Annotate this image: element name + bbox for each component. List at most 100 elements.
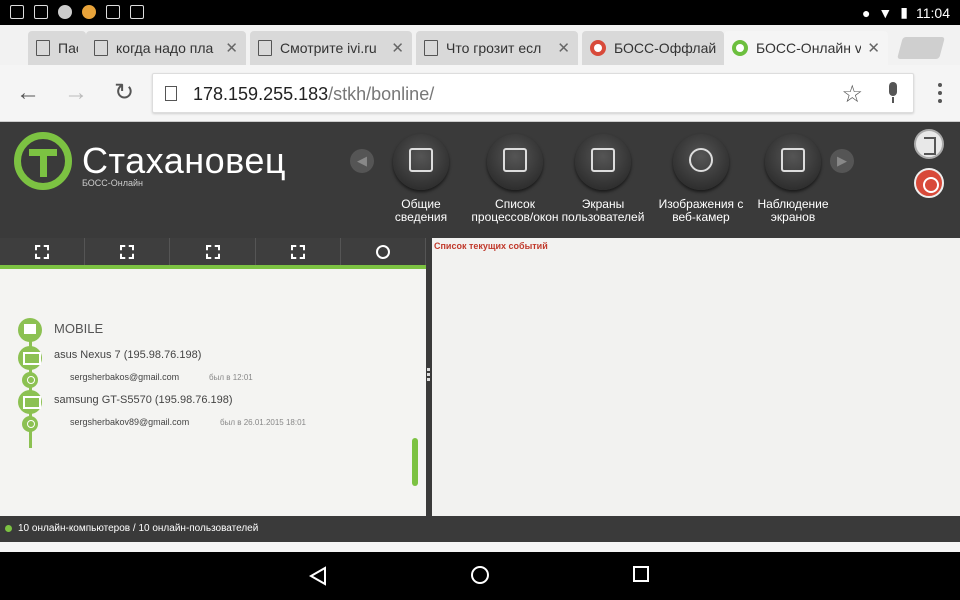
tab-title: БОСС-Онлайн v — [756, 40, 862, 56]
tree-device-name[interactable]: asus Nexus 7 (195.98.76.198) — [54, 349, 201, 361]
status-footer: 10 онлайн-компьютеров / 10 онлайн-пользо… — [0, 516, 960, 542]
android-nav-bar — [0, 552, 960, 600]
fullscreen-button[interactable] — [85, 238, 171, 265]
user-icon — [22, 416, 38, 432]
logout-icon[interactable] — [914, 129, 944, 159]
tree-user-status: был в 12:01 — [209, 373, 253, 382]
tab-title: БОСС-Оффлайн — [614, 40, 716, 56]
tree-root-label[interactable]: MOBILE — [54, 321, 103, 336]
user-icon — [22, 372, 38, 388]
page-icon — [94, 40, 108, 56]
tree-device-name[interactable]: samsung GT-S5570 (195.98.76.198) — [54, 394, 233, 406]
microphone-icon[interactable] — [887, 82, 899, 104]
browser-tab[interactable]: Пас — [28, 31, 86, 65]
boss-icon — [590, 40, 606, 56]
overflow-menu-icon[interactable] — [938, 83, 942, 103]
browser-tab[interactable]: Что грозит есл ✕ — [416, 31, 578, 65]
page-icon — [258, 40, 272, 56]
events-panel: Список текущих событий — [432, 238, 960, 516]
panel-accent-bar — [0, 265, 426, 269]
scrollbar-thumb[interactable] — [412, 438, 418, 486]
app-header: Стахановец БОСС-Онлайн ◀ Общие сведения … — [0, 122, 960, 238]
select-all-button[interactable] — [256, 238, 341, 265]
page-icon — [36, 40, 50, 56]
nav-next-arrow-icon[interactable]: ▶ — [830, 149, 854, 173]
camera-notification-icon — [34, 5, 48, 19]
battery-icon: ▮ — [900, 4, 908, 20]
computer-tree-panel: MOBILE asus Nexus 7 (195.98.76.198) serg… — [0, 238, 427, 516]
close-icon[interactable]: ✕ — [867, 39, 880, 57]
events-title: Список текущих событий — [434, 241, 548, 251]
expand-icon — [35, 244, 50, 259]
download-notification-icon — [106, 5, 120, 19]
expand-selection-button[interactable] — [0, 238, 86, 265]
bookmark-star-icon[interactable]: ☆ — [841, 80, 863, 109]
forward-arrow-icon[interactable]: → — [62, 79, 90, 107]
browser-tab-strip: Пас когда надо пла ✕ Смотрите ivi.ru ✕ Ч… — [0, 25, 960, 65]
nav-label: Общие сведения — [394, 197, 448, 224]
logo-subtitle: БОСС-Онлайн — [82, 178, 144, 188]
page-info-icon[interactable] — [165, 86, 177, 101]
tab-title: Пас — [58, 40, 78, 56]
url-path: /stkh/bonline/ — [328, 84, 435, 104]
home-icon — [18, 318, 42, 342]
tree-user-email[interactable]: sergsherbakos@gmail.com — [70, 372, 179, 382]
page-bottom — [0, 542, 960, 552]
stakhanovets-logo-icon — [14, 132, 72, 190]
browser-tab[interactable]: БОСС-Оффлайн — [582, 31, 724, 65]
back-triangle-icon[interactable] — [308, 566, 328, 586]
browser-tab[interactable]: когда надо пла ✕ — [86, 31, 246, 65]
browser-tab[interactable]: Смотрите ivi.ru ✕ — [250, 31, 412, 65]
computer-icon — [18, 346, 42, 370]
nav-label: Экраны пользователей — [561, 197, 645, 224]
collapse-icon — [205, 244, 220, 259]
nav-item-webcam-images[interactable]: Изображения с веб-камер — [654, 134, 748, 224]
new-tab-button[interactable] — [897, 37, 945, 59]
computer-icon — [18, 390, 42, 414]
collapse-button[interactable] — [170, 238, 256, 265]
nav-item-screen-watch[interactable]: Наблюдение экранов — [746, 134, 840, 224]
eye-monitor-icon — [765, 134, 821, 190]
nav-label: Список процессов/окон — [471, 197, 559, 224]
boss-icon — [732, 40, 748, 56]
fullscreen-icon — [120, 244, 135, 259]
page-icon — [424, 40, 438, 56]
nav-item-process-list[interactable]: Список процессов/окон — [468, 134, 562, 224]
url-host: 178.159.255.183 — [193, 84, 329, 104]
close-icon[interactable]: ✕ — [391, 39, 404, 57]
status-right: ● ▼ ▮ 11:04 — [862, 4, 950, 21]
nav-label: Изображения с веб-камер — [658, 197, 744, 224]
tree-user-email[interactable]: sergsherbakov89@gmail.com — [70, 417, 189, 427]
webcam-icon — [673, 134, 729, 190]
tab-title: Смотрите ivi.ru — [280, 40, 377, 56]
nav-item-user-screens[interactable]: Экраны пользователей — [556, 134, 650, 224]
browser-tab-active[interactable]: БОСС-Онлайн v ✕ — [724, 31, 888, 65]
boss-logo-button-icon[interactable] — [914, 168, 944, 198]
tab-title: Что грозит есл — [446, 40, 542, 56]
nav-prev-arrow-icon[interactable]: ◀ — [350, 149, 374, 173]
close-icon[interactable]: ✕ — [557, 39, 570, 57]
home-circle-icon[interactable] — [471, 566, 489, 584]
close-icon[interactable]: ✕ — [225, 39, 238, 57]
app-notification-icon — [82, 5, 96, 19]
notification-icons — [10, 5, 144, 19]
tree-toolbar — [0, 238, 427, 265]
recent-apps-icon[interactable] — [633, 566, 649, 582]
nav-label: Наблюдение экранов — [757, 197, 829, 224]
image-notification-icon — [10, 5, 24, 19]
refresh-icon — [375, 244, 390, 259]
nav-item-general-info[interactable]: Общие сведения — [374, 134, 468, 224]
address-bar[interactable]: 178.159.255.183/stkh/bonline/ ☆ — [152, 73, 914, 113]
drag-dots-icon — [427, 368, 431, 384]
browser-toolbar: ← → ↻ 178.159.255.183/stkh/bonline/ ☆ — [0, 65, 960, 122]
info-icon — [393, 134, 449, 190]
back-arrow-icon[interactable]: ← — [14, 79, 42, 107]
android-status-bar: ● ▼ ▮ 11:04 — [0, 0, 960, 25]
reload-icon[interactable]: ↻ — [110, 79, 138, 107]
refresh-button[interactable] — [341, 238, 427, 265]
logo-name: Стахановец — [82, 140, 286, 181]
list-icon — [487, 134, 543, 190]
tree-user-status: был в 26.01.2015 18:01 — [220, 418, 306, 427]
wifi-icon: ▼ — [878, 4, 893, 21]
url-text[interactable]: 178.159.255.183/stkh/bonline/ — [193, 84, 434, 105]
